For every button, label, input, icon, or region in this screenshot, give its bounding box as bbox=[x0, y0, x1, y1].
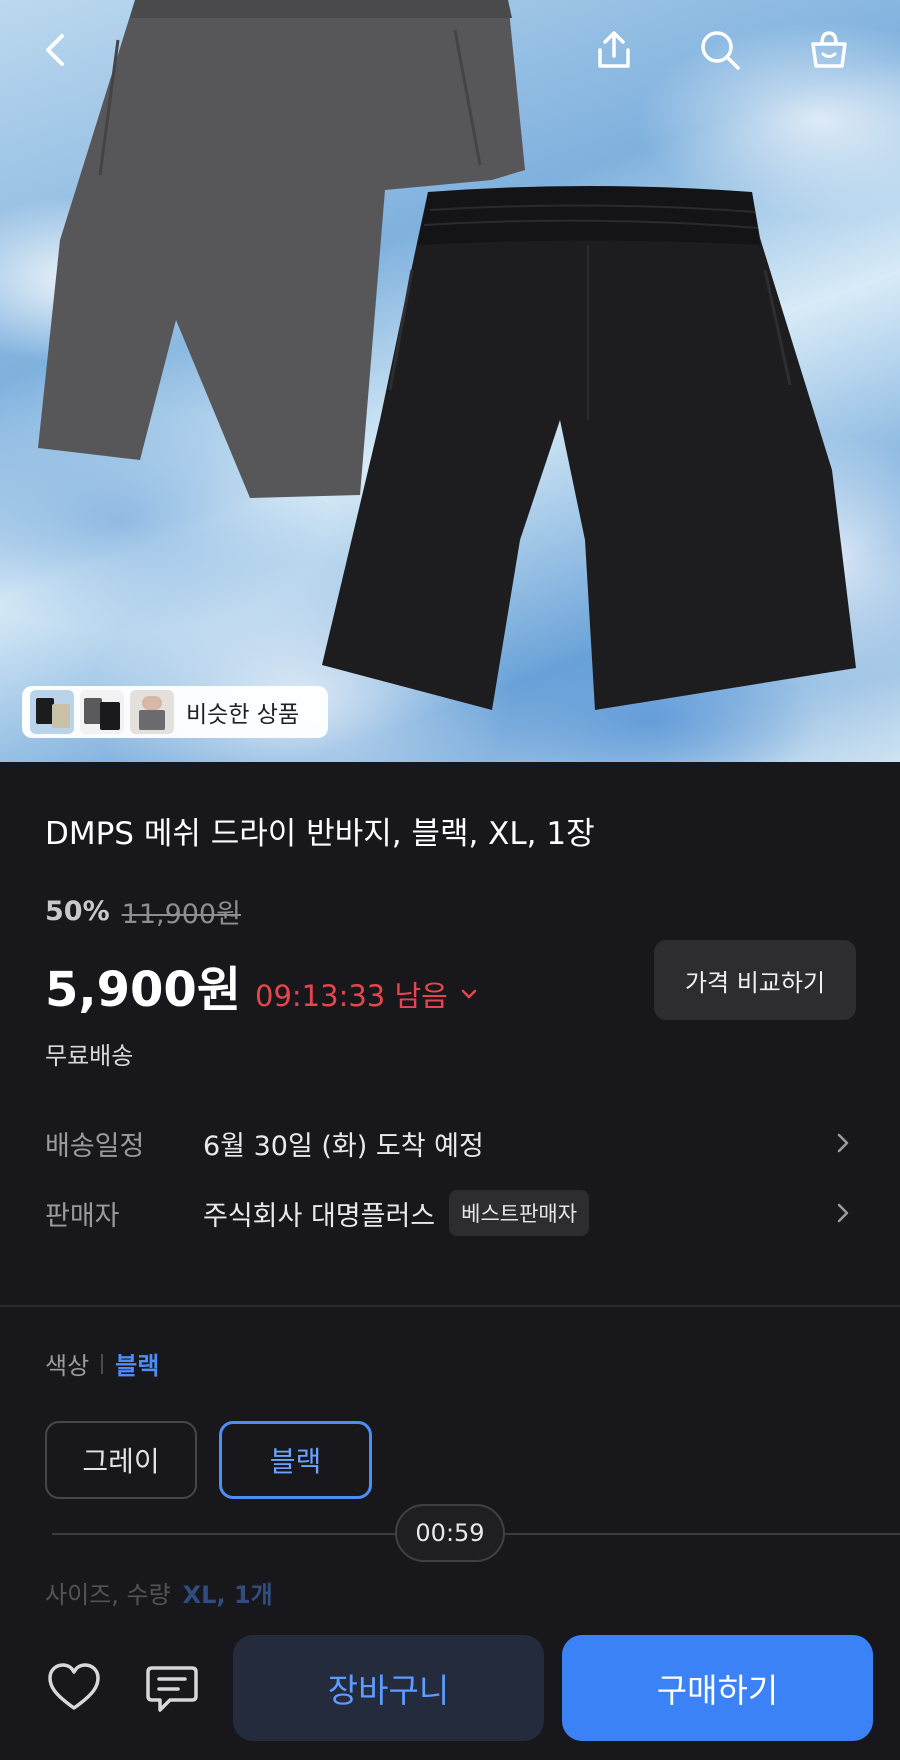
sale-timer[interactable]: 09:13:33 남음 bbox=[255, 973, 480, 1015]
color-option-label: 색상 bbox=[45, 1352, 90, 1380]
similar-products-label: 비슷한 상품 bbox=[186, 702, 300, 728]
discount-percent: 50% bbox=[45, 896, 110, 927]
similar-thumb-1 bbox=[30, 690, 74, 734]
size-option-header: 사이즈, 수량 XL, 1개 bbox=[45, 1575, 273, 1610]
free-shipping-label: 무료배송 bbox=[45, 1042, 134, 1070]
best-seller-badge: 베스트판매자 bbox=[449, 1190, 590, 1236]
buy-now-button[interactable]: 구매하기 bbox=[562, 1635, 873, 1741]
delivery-label: 배송일정 bbox=[45, 1130, 145, 1162]
price-compare-button[interactable]: 가격 비교하기 bbox=[654, 940, 856, 1020]
delivery-value: 6월 30일 (화) 도착 예정 bbox=[203, 1130, 484, 1162]
size-option-label: 사이즈, 수량 bbox=[45, 1581, 171, 1609]
color-option-gray[interactable]: 그레이 bbox=[45, 1421, 197, 1499]
color-option-header: 색상 블랙 bbox=[45, 1346, 159, 1381]
similar-thumb-2 bbox=[80, 690, 124, 734]
search-icon[interactable] bbox=[692, 22, 748, 78]
option-separator bbox=[101, 1353, 104, 1374]
delivery-row[interactable]: 배송일정 6월 30일 (화) 도착 예정 bbox=[45, 1118, 855, 1168]
section-divider bbox=[0, 1305, 900, 1307]
similar-thumb-3 bbox=[130, 690, 174, 734]
shopping-bag-icon[interactable] bbox=[801, 22, 857, 78]
chevron-right-icon bbox=[837, 1133, 849, 1153]
price-row: 5,900원 09:13:33 남음 bbox=[45, 950, 480, 1020]
seller-row[interactable]: 판매자 주식회사 대명플러스 베스트판매자 bbox=[45, 1188, 855, 1238]
color-option-black[interactable]: 블랙 bbox=[219, 1421, 372, 1499]
similar-products-chip[interactable]: 비슷한 상품 bbox=[22, 686, 328, 738]
chat-icon[interactable] bbox=[140, 1656, 204, 1720]
seller-label: 판매자 bbox=[45, 1200, 120, 1232]
color-option-selected: 블랙 bbox=[115, 1352, 160, 1380]
chevron-down-icon bbox=[461, 989, 477, 999]
chevron-right-icon bbox=[837, 1203, 849, 1223]
heart-icon[interactable] bbox=[42, 1656, 106, 1720]
share-icon[interactable] bbox=[586, 22, 642, 78]
product-image[interactable]: 비슷한 상품 bbox=[0, 0, 900, 762]
sale-price: 5,900원 bbox=[45, 962, 241, 1018]
original-price: 11,900원 bbox=[121, 899, 241, 930]
size-option-selected: XL, 1개 bbox=[182, 1581, 273, 1609]
discount-row: 50% 11,900원 bbox=[45, 892, 241, 931]
sale-timer-text: 09:13:33 남음 bbox=[255, 979, 448, 1013]
video-time-pill[interactable]: 00:59 bbox=[395, 1504, 505, 1562]
add-to-cart-button[interactable]: 장바구니 bbox=[233, 1635, 544, 1741]
seller-name: 주식회사 대명플러스 bbox=[203, 1200, 436, 1232]
back-arrow-icon[interactable] bbox=[28, 22, 84, 78]
product-title: DMPS 메쉬 드라이 반바지, 블랙, XL, 1장 bbox=[45, 816, 595, 852]
shorts-image bbox=[38, 0, 856, 710]
